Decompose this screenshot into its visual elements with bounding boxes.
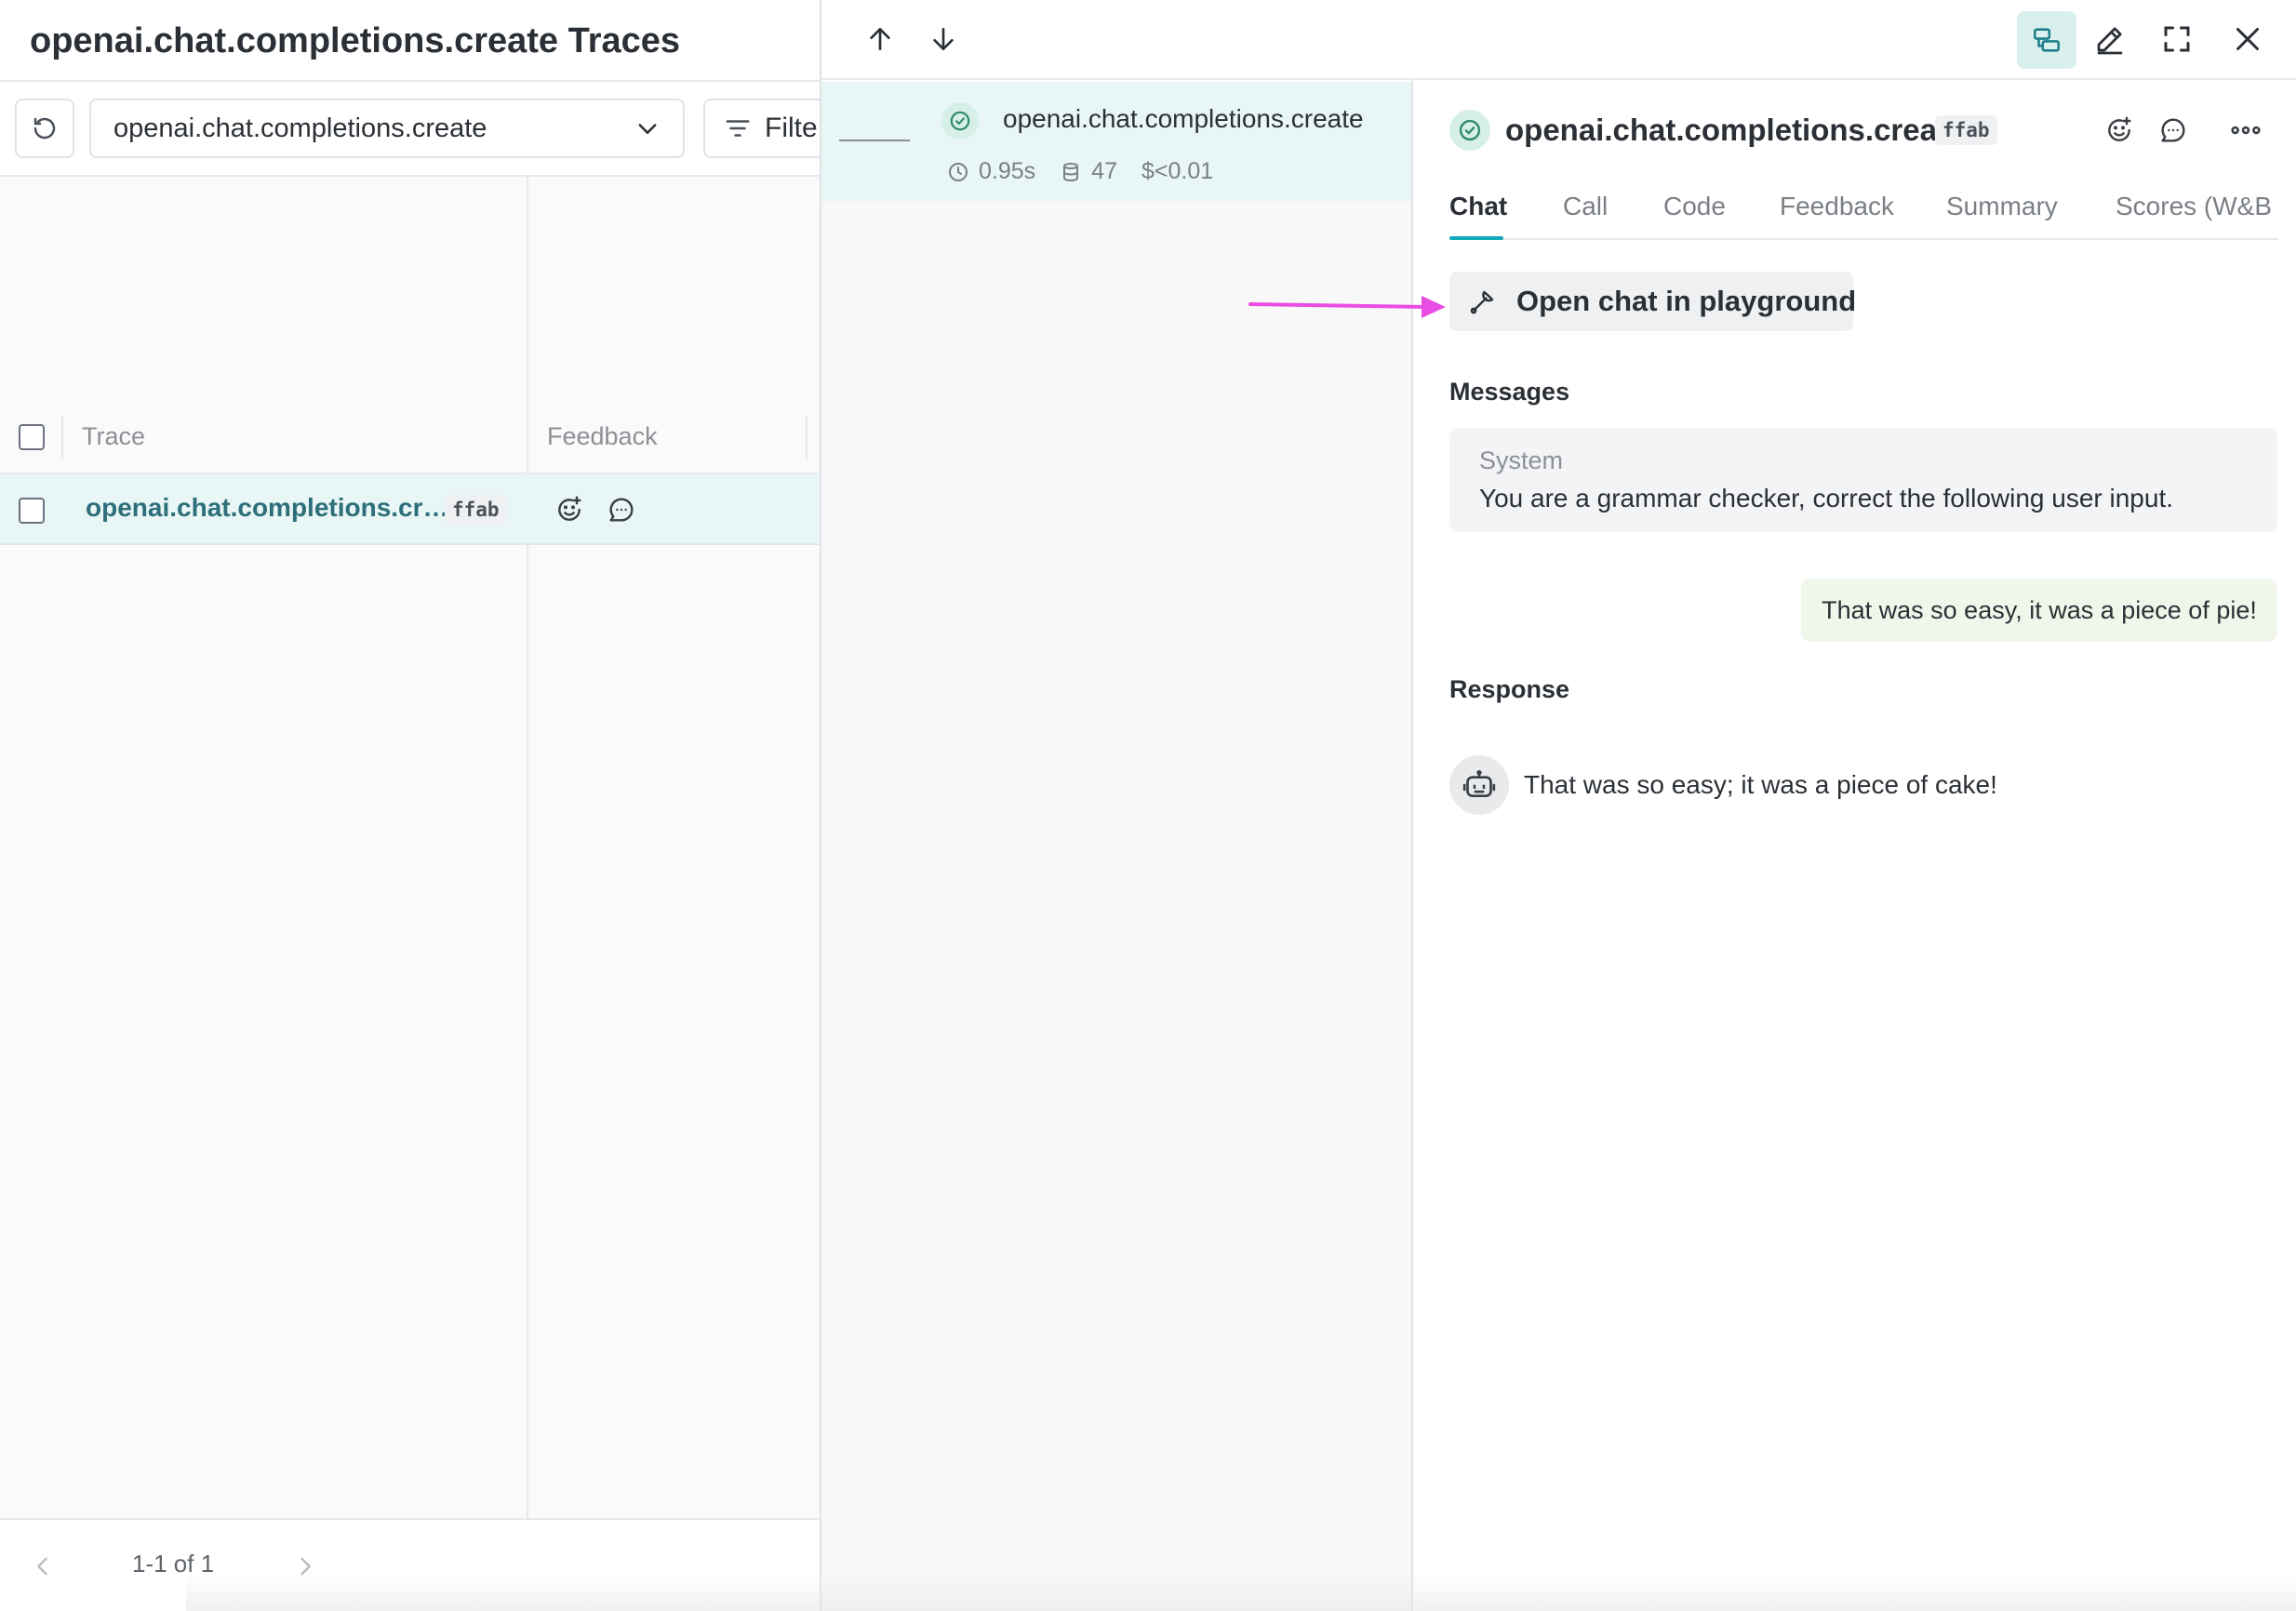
check-circle-icon bbox=[1449, 110, 1490, 151]
response-heading: Response bbox=[1449, 675, 1570, 703]
tab-feedback[interactable]: Feedback bbox=[1780, 192, 1894, 221]
user-message-text: That was so easy, it was a piece of pie! bbox=[1822, 595, 2257, 624]
filter-label: Filte bbox=[765, 113, 818, 143]
trace-node-stats: 0.95s 47 $<0.01 bbox=[947, 158, 1228, 185]
open-playground-label: Open chat in playground bbox=[1516, 285, 1857, 317]
robot-icon bbox=[1449, 755, 1509, 815]
emoji-add-icon[interactable] bbox=[2104, 115, 2134, 145]
tab-summary[interactable]: Summary bbox=[1946, 192, 2058, 221]
latency-value: 0.95s bbox=[979, 158, 1036, 184]
filter-icon bbox=[724, 114, 752, 142]
arrow-down-icon[interactable] bbox=[928, 24, 958, 54]
comment-icon[interactable] bbox=[2158, 115, 2188, 145]
trace-digest-badge: ffab bbox=[445, 495, 507, 525]
arrow-up-icon[interactable] bbox=[865, 24, 895, 54]
header-divider bbox=[0, 80, 820, 82]
refresh-icon bbox=[31, 114, 59, 142]
column-separator bbox=[61, 415, 63, 459]
tab-code[interactable]: Code bbox=[1663, 192, 1726, 221]
close-icon[interactable] bbox=[2231, 22, 2264, 56]
pagination-bar bbox=[0, 1518, 820, 1611]
pencil-icon[interactable] bbox=[2093, 22, 2127, 56]
check-circle-icon bbox=[941, 102, 979, 140]
refresh-button[interactable] bbox=[15, 99, 74, 158]
column-header-feedback[interactable]: Feedback bbox=[547, 422, 658, 451]
page-title: openai.chat.completions.create Traces bbox=[30, 21, 681, 60]
messages-heading: Messages bbox=[1449, 378, 1570, 406]
trace-nav-bar bbox=[821, 0, 1412, 80]
operation-select-value: openai.chat.completions.create bbox=[113, 113, 487, 143]
tab-chat[interactable]: Chat bbox=[1449, 192, 1507, 221]
traces-table bbox=[0, 175, 820, 1518]
next-page-icon[interactable] bbox=[292, 1553, 318, 1579]
operation-select[interactable]: openai.chat.completions.create bbox=[89, 99, 685, 158]
tab-scores[interactable]: Scores (W&B A bbox=[2116, 192, 2277, 221]
system-message-text: You are a grammar checker, correct the f… bbox=[1479, 484, 2174, 513]
prev-page-icon[interactable] bbox=[30, 1553, 56, 1579]
trace-node-name: openai.chat.completions.create bbox=[1003, 104, 1364, 133]
comment-icon[interactable] bbox=[607, 495, 636, 525]
column-divider bbox=[527, 175, 528, 1518]
open-playground-button[interactable]: Open chat in playground bbox=[1449, 272, 1857, 331]
annotation-arrow bbox=[1247, 286, 1451, 324]
split-view-button[interactable] bbox=[2017, 11, 2076, 69]
split-view-icon bbox=[2031, 24, 2062, 56]
active-tab-indicator bbox=[1449, 236, 1503, 240]
chevron-down-icon bbox=[634, 115, 661, 141]
call-digest-badge: ffab bbox=[1935, 115, 1997, 145]
response-text: That was so easy; it was a piece of cake… bbox=[1524, 770, 1997, 799]
wrench-icon bbox=[1468, 286, 1498, 316]
column-header-trace[interactable]: Trace bbox=[82, 422, 145, 451]
tree-connector bbox=[839, 140, 910, 141]
row-checkbox[interactable] bbox=[19, 498, 45, 524]
trace-link[interactable]: openai.chat.completions.cr… bbox=[86, 493, 449, 523]
call-title: openai.chat.completions.create bbox=[1505, 113, 1965, 147]
database-icon bbox=[1060, 161, 1082, 183]
select-all-checkbox[interactable] bbox=[19, 424, 45, 450]
fullscreen-icon[interactable] bbox=[2160, 22, 2194, 56]
system-role-label: System bbox=[1479, 446, 1564, 474]
column-resize-handle[interactable] bbox=[806, 415, 808, 459]
clock-icon bbox=[947, 161, 969, 183]
token-count: 47 bbox=[1091, 158, 1117, 184]
system-message bbox=[1449, 428, 2277, 532]
cost-value: $<0.01 bbox=[1141, 158, 1214, 184]
user-message: That was so easy, it was a piece of pie! bbox=[1801, 579, 2277, 642]
add-reaction-icon[interactable] bbox=[554, 495, 584, 525]
pagination-text: 1-1 of 1 bbox=[132, 1550, 215, 1578]
tab-call[interactable]: Call bbox=[1563, 192, 1608, 221]
more-horizontal-icon[interactable] bbox=[2229, 115, 2263, 145]
